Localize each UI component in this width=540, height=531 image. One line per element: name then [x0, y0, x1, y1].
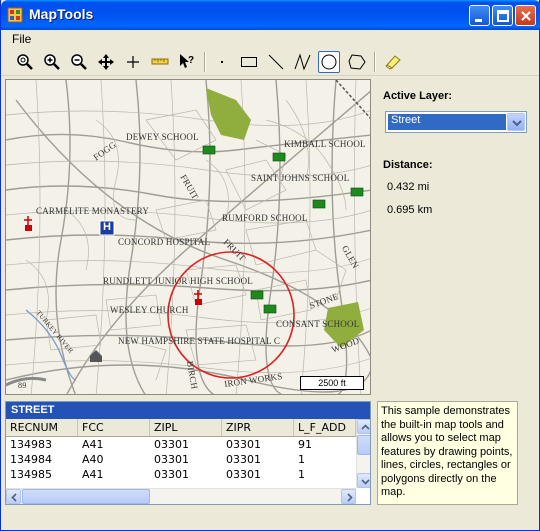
distance-km: 0.695 km [387, 204, 433, 216]
map-label-concord-hospital: CONCORD HOSPITAL [118, 237, 211, 247]
active-layer-select[interactable]: Street [385, 111, 527, 133]
measure-icon[interactable] [149, 51, 171, 73]
circle-icon[interactable] [318, 51, 340, 73]
toolbar: ? [2, 48, 539, 76]
column-header[interactable]: ZIPL [150, 419, 222, 436]
side-panel: Active Layer: Street Distance: 0.432 mi … [377, 79, 537, 399]
grid-header: RECNUM FCC ZIPL ZIPR L_F_ADD [6, 419, 356, 437]
zoom-out-icon[interactable] [68, 51, 90, 73]
scroll-right-button[interactable] [341, 489, 356, 504]
line-icon[interactable] [265, 51, 287, 73]
horizontal-scroll-thumb[interactable] [22, 489, 150, 504]
map-label-route-89: 89 [18, 381, 27, 390]
column-header[interactable]: RECNUM [6, 419, 78, 436]
menu-bar: File [2, 30, 539, 48]
table-cell: 03301 [154, 453, 189, 466]
menu-file[interactable]: File [12, 32, 31, 46]
table-cell: A41 [82, 438, 104, 451]
info-icon[interactable]: ? [176, 51, 198, 73]
chevron-up-icon [361, 424, 370, 430]
table-cell: 03301 [226, 453, 261, 466]
street-data-grid[interactable]: STREET RECNUM FCC ZIPL ZIPR L_F_ADD 1349… [5, 401, 371, 505]
map-label-rundlett-school: RUNDLETT JUNIOR HIGH SCHOOL [103, 276, 253, 286]
map-label-kimball-school: KIMBALL SCHOOL [284, 139, 366, 149]
map-label-consant-school: CONSANT SCHOOL [276, 319, 360, 329]
map-label-wesley-church: WESLEY CHURCH [110, 305, 189, 315]
chevron-down-icon [512, 120, 522, 127]
map-label-nh-state-hospital: NEW HAMPSHIRE STATE HOSPITAL C [118, 336, 281, 346]
description-panel: This sample demonstrates the built-in ma… [377, 401, 518, 505]
polyline-icon[interactable] [292, 51, 314, 73]
distance-label: Distance: [383, 159, 433, 171]
chevron-left-icon [11, 493, 17, 502]
rectangle-icon[interactable] [238, 51, 260, 73]
map-view[interactable]: DEWEY SCHOOL KIMBALL SCHOOL SAINT JOHNS … [5, 79, 371, 395]
table-row[interactable]: 134985 A41 03301 03301 1 [6, 468, 356, 482]
map-label-dewey-school: DEWEY SCHOOL [126, 132, 199, 142]
vertical-scroll-thumb[interactable] [357, 435, 370, 455]
maximize-button[interactable] [492, 5, 513, 26]
scroll-left-button[interactable] [6, 489, 21, 504]
center-icon[interactable] [122, 51, 144, 73]
grid-caption: STREET [6, 402, 370, 419]
map-label-saint-johns-school: SAINT JOHNS SCHOOL [251, 173, 350, 183]
table-cell: A41 [82, 468, 104, 481]
table-cell: 91 [298, 438, 312, 451]
chevron-right-icon [347, 493, 353, 502]
table-cell: 1 [298, 453, 305, 466]
app-window: MapTools File ? DEWEY SCHOOL KIMBALL SCH… [0, 0, 540, 531]
svg-text:?: ? [188, 55, 194, 66]
point-icon[interactable] [211, 51, 233, 73]
toolbar-separator [204, 52, 206, 72]
zoom-in-icon[interactable] [41, 51, 63, 73]
column-header[interactable]: FCC [78, 419, 150, 436]
zoom-full-icon[interactable] [14, 51, 36, 73]
polygon-icon[interactable] [346, 51, 368, 73]
toolbar-separator [374, 52, 376, 72]
eraser-icon[interactable] [382, 51, 404, 73]
table-row[interactable]: 134984 A40 03301 03301 1 [6, 453, 356, 467]
table-cell: 03301 [154, 438, 189, 451]
table-cell: 03301 [154, 468, 189, 481]
window-title: MapTools [29, 6, 94, 22]
status-bar [2, 510, 539, 530]
column-header[interactable]: L_F_ADD [294, 419, 356, 436]
map-label-carmelite-monastery: CARMELITE MONASTERY [36, 206, 150, 216]
scale-bar: 2500 ft [300, 376, 364, 390]
scroll-down-button[interactable] [357, 473, 370, 488]
scroll-up-button[interactable] [357, 419, 370, 434]
table-cell: A40 [82, 453, 104, 466]
close-button[interactable] [515, 5, 536, 26]
title-bar[interactable]: MapTools [1, 0, 540, 30]
table-cell: 03301 [226, 438, 261, 451]
distance-miles: 0.432 mi [387, 181, 430, 193]
vertical-scrollbar[interactable] [356, 419, 370, 488]
table-cell: 03301 [226, 468, 261, 481]
column-header[interactable]: ZIPR [222, 419, 294, 436]
hospital-marker-label: H [103, 221, 112, 233]
horizontal-scrollbar[interactable] [6, 488, 356, 504]
minimize-button[interactable] [469, 5, 490, 26]
table-cell: 1 [298, 468, 305, 481]
active-layer-label: Active Layer: [383, 90, 453, 102]
table-cell: 134985 [10, 468, 52, 481]
map-label-rumford-school: RUMFORD SCHOOL [222, 213, 308, 223]
table-cell: 134984 [10, 453, 52, 466]
table-row[interactable]: 134983 A41 03301 03301 91 [6, 438, 356, 452]
app-icon [7, 7, 23, 23]
active-layer-value: Street [388, 114, 506, 130]
dropdown-button[interactable] [507, 113, 525, 131]
chevron-down-icon [361, 479, 370, 485]
pan-icon[interactable] [95, 51, 117, 73]
table-cell: 134983 [10, 438, 52, 451]
